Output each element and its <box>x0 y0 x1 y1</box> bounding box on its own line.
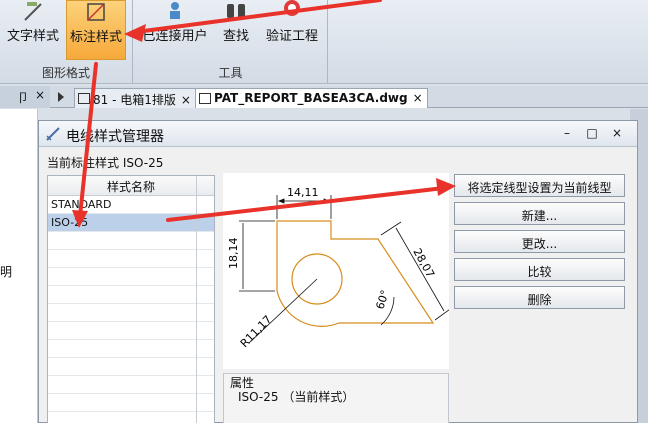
annotation-arrow-ribbon <box>134 0 382 34</box>
arrowhead-ribbon <box>124 24 146 42</box>
arrowhead-set-current <box>436 178 456 196</box>
arrowhead-down <box>72 210 88 228</box>
annotation-arrow-down <box>78 62 98 218</box>
annotation-overlay <box>72 0 456 228</box>
annotation-arrow-set-current <box>166 186 446 222</box>
